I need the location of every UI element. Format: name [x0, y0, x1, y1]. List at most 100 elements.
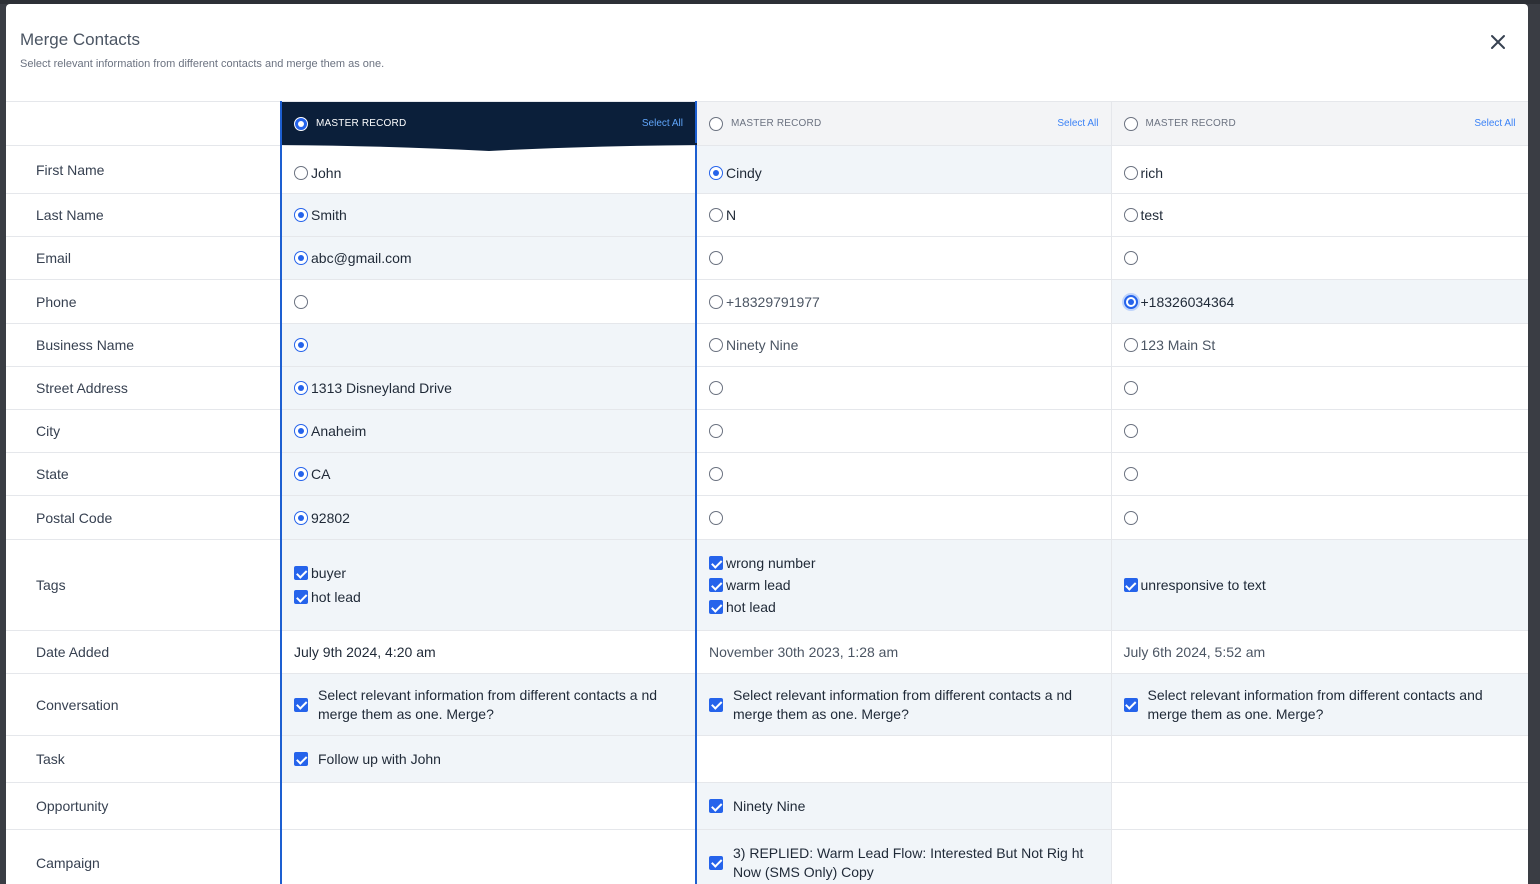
checkbox-icon[interactable] [294, 566, 308, 580]
cell-value: N [726, 207, 736, 223]
radio-icon[interactable] [294, 251, 308, 265]
checkbox-icon[interactable] [294, 698, 308, 712]
cell-value: +18326034364 [1141, 294, 1235, 310]
master-record-radio-1[interactable] [294, 117, 308, 131]
radio-icon[interactable] [709, 338, 723, 352]
cell-value: Ninety Nine [726, 337, 798, 353]
radio-icon[interactable] [709, 381, 723, 395]
master-header-wave [282, 143, 697, 151]
radio-icon[interactable] [1124, 467, 1138, 481]
table-row: Business Name Ninety Nine 123 Main St [6, 324, 1528, 367]
radio-icon[interactable] [1124, 208, 1138, 222]
checkbox-icon[interactable] [1124, 698, 1138, 712]
table-row: First Name John Cindy rich [6, 146, 1528, 194]
radio-icon[interactable] [709, 251, 723, 265]
task-cell-2 [696, 736, 1111, 783]
radio-icon[interactable] [1124, 424, 1138, 438]
modal-title: Merge Contacts [20, 30, 1528, 50]
street-address-cell-3 [1111, 367, 1528, 410]
radio-icon[interactable] [1124, 295, 1138, 309]
radio-icon[interactable] [1124, 511, 1138, 525]
state-cell-1: CA [281, 453, 696, 496]
radio-icon[interactable] [1124, 166, 1138, 180]
checkbox-icon[interactable] [294, 752, 308, 766]
radio-icon[interactable] [294, 166, 308, 180]
conversation-cell-3: Select relevant information from differe… [1111, 674, 1528, 736]
close-button[interactable] [1486, 30, 1510, 54]
radio-icon[interactable] [294, 208, 308, 222]
date-added-cell-3: July 6th 2024, 5:52 am [1111, 631, 1528, 674]
row-label-email: Email [6, 237, 281, 280]
row-label-campaign: Campaign [6, 830, 281, 884]
select-all-button-2[interactable]: Select All [1057, 118, 1098, 129]
row-label-date-added: Date Added [6, 631, 281, 674]
opportunity-cell-2: Ninety Nine [696, 783, 1111, 830]
radio-icon[interactable] [294, 338, 308, 352]
tag-label: hot lead [726, 599, 776, 615]
master-record-radio-3[interactable] [1124, 117, 1138, 131]
radio-icon[interactable] [294, 511, 308, 525]
merge-contacts-modal: Merge Contacts Select relevant informati… [6, 4, 1528, 884]
radio-icon[interactable] [1124, 251, 1138, 265]
table-row: Opportunity Ninety Nine [6, 783, 1528, 830]
cell-value: abc@gmail.com [311, 250, 412, 266]
select-all-button-3[interactable]: Select All [1474, 118, 1515, 129]
conversation-text: Select relevant information from differe… [318, 686, 678, 724]
radio-icon[interactable] [709, 511, 723, 525]
row-label-last-name: Last Name [6, 194, 281, 237]
radio-icon[interactable] [294, 381, 308, 395]
radio-icon[interactable] [709, 208, 723, 222]
master-record-header-3: MASTER RECORD Select All [1111, 102, 1528, 146]
tag-label: buyer [311, 565, 346, 581]
header-row: MASTER RECORD Select All MASTER RECORD S… [6, 102, 1528, 146]
checkbox-icon[interactable] [709, 556, 723, 570]
tags-cell-3: unresponsive to text [1111, 540, 1528, 631]
date-value: July 9th 2024, 4:20 am [282, 644, 695, 660]
table-row: Street Address 1313 Disneyland Drive [6, 367, 1528, 410]
radio-icon[interactable] [1124, 381, 1138, 395]
date-value: July 6th 2024, 5:52 am [1112, 644, 1528, 660]
radio-icon[interactable] [709, 424, 723, 438]
table-row: State CA [6, 453, 1528, 496]
select-all-button-1[interactable]: Select All [642, 118, 683, 129]
checkbox-icon[interactable] [709, 856, 723, 870]
radio-icon[interactable] [294, 295, 308, 309]
row-label-phone: Phone [6, 280, 281, 324]
task-cell-1: Follow up with John [281, 736, 696, 783]
master-record-radio-2[interactable] [709, 117, 723, 131]
checkbox-icon[interactable] [709, 698, 723, 712]
checkbox-icon[interactable] [1124, 578, 1138, 592]
radio-icon[interactable] [709, 467, 723, 481]
radio-icon[interactable] [1124, 338, 1138, 352]
radio-icon[interactable] [709, 166, 723, 180]
checkbox-icon[interactable] [709, 600, 723, 614]
row-label-business-name: Business Name [6, 324, 281, 367]
master-record-label-3: MASTER RECORD [1146, 118, 1475, 129]
postal-code-cell-3 [1111, 496, 1528, 540]
radio-icon[interactable] [294, 467, 308, 481]
checkbox-icon[interactable] [709, 578, 723, 592]
cell-value: Smith [311, 207, 347, 223]
city-cell-2 [696, 410, 1111, 453]
table-row: Email abc@gmail.com [6, 237, 1528, 280]
date-added-cell-1: July 9th 2024, 4:20 am [281, 631, 696, 674]
row-label-first-name: First Name [6, 146, 281, 194]
checkbox-icon[interactable] [709, 799, 723, 813]
tag-label: hot lead [311, 589, 361, 605]
table-row: Date Added July 9th 2024, 4:20 am Novemb… [6, 631, 1528, 674]
radio-icon[interactable] [294, 424, 308, 438]
checkbox-icon[interactable] [294, 590, 308, 604]
cell-value: +18329791977 [726, 294, 820, 310]
radio-icon[interactable] [709, 295, 723, 309]
cell-value: 1313 Disneyland Drive [311, 380, 452, 396]
cell-value: CA [311, 466, 330, 482]
table-row: Phone +18329791977 +18326034364 [6, 280, 1528, 324]
table-row: Postal Code 92802 [6, 496, 1528, 540]
business-name-cell-2: Ninety Nine [696, 324, 1111, 367]
conversation-cell-2: Select relevant information from differe… [696, 674, 1111, 736]
campaign-cell-3 [1111, 830, 1528, 884]
phone-cell-3: +18326034364 [1111, 280, 1528, 324]
cell-value: John [311, 165, 341, 181]
task-cell-3 [1111, 736, 1528, 783]
street-address-cell-1: 1313 Disneyland Drive [281, 367, 696, 410]
